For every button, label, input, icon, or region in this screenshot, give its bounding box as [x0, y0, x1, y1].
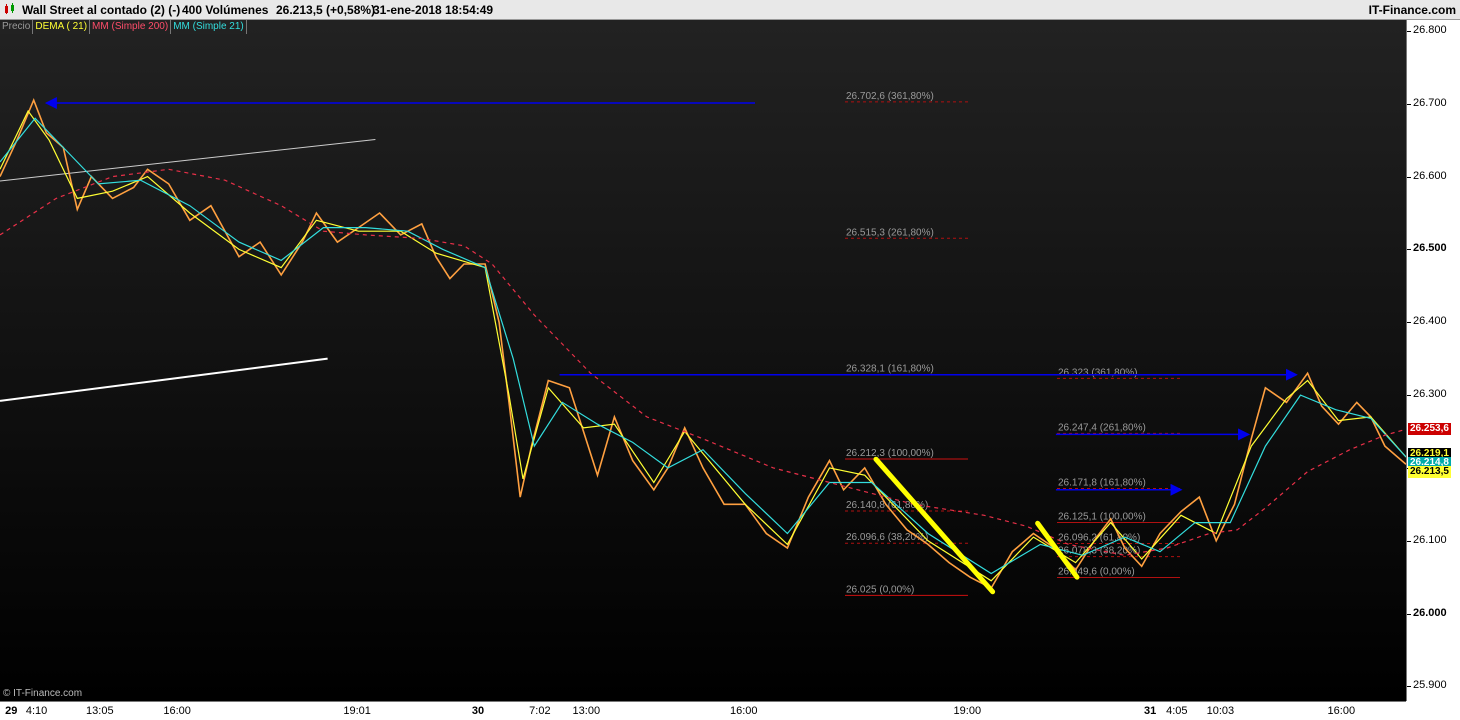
x-tick-label: 10:03 — [1206, 705, 1235, 717]
y-tick-label: 26.600 — [1413, 169, 1447, 182]
legend-item-dema[interactable]: DEMA ( 21) — [33, 20, 91, 34]
y-tick-mark — [1407, 103, 1411, 105]
x-tick-label: 19:01 — [343, 705, 371, 717]
x-tick-label: 16:00 — [730, 705, 758, 717]
fib-left-level-label: 26.702,6 (361,80%) — [846, 91, 934, 102]
y-tick-mark — [1407, 249, 1411, 251]
axis-corner — [1406, 701, 1460, 720]
x-tick-label: 4:10 — [25, 705, 48, 717]
y-tick-label: 26.400 — [1413, 315, 1447, 328]
x-tick-label: 30 — [471, 705, 485, 717]
legend-item-sma200[interactable]: MM (Simple 200) — [90, 20, 172, 34]
y-tick-mark — [1407, 613, 1411, 615]
y-tick-label: 26.500 — [1413, 242, 1447, 255]
fib-right-level-label: 26.323 (361,80%) — [1058, 367, 1138, 378]
x-tick-label: 16:00 — [1327, 705, 1356, 717]
lower-channel-trendline — [0, 357, 328, 402]
x-tick-label: 13:05 — [86, 705, 114, 717]
y-tick-label: 26.100 — [1413, 533, 1447, 546]
x-tick-label: 4:05 — [1166, 705, 1188, 717]
fib-left-level-label: 26.515,3 (261,80%) — [846, 227, 934, 238]
swing-down-1 — [873, 456, 996, 595]
legend-item-sma21[interactable]: MM (Simple 21) — [171, 20, 247, 34]
fib-right-level-label: 26.171,8 (161,80%) — [1058, 477, 1146, 488]
fib-left-level-label: 26.096,6 (38,20%) — [846, 532, 928, 543]
price-marker-box: 26.213,5 — [1408, 466, 1451, 479]
y-tick-label: 26.700 — [1413, 96, 1447, 109]
y-tick-label: 25.900 — [1413, 679, 1447, 692]
y-tick-mark — [1407, 176, 1411, 178]
y-tick-mark — [1407, 686, 1411, 688]
x-tick-label: 31 — [1143, 705, 1157, 717]
y-tick-mark — [1407, 395, 1411, 397]
fib-right-level-label: 26.125,1 (100,00%) — [1058, 511, 1146, 522]
price-marker-box: 26.253,6 — [1408, 422, 1451, 435]
upper-channel-trendline — [0, 138, 376, 182]
fib-left-level-label: 26.212,3 (100,00%) — [846, 448, 934, 459]
sma200-series-line — [0, 168, 1406, 556]
watermark: © IT-Finance.com — [3, 688, 83, 699]
y-tick-mark — [1407, 540, 1411, 542]
indicator-legend: Precio DEMA ( 21) MM (Simple 200) MM (Si… — [0, 20, 247, 34]
x-tick-label: 19:00 — [953, 705, 982, 717]
x-tick-label: 7:02 — [529, 705, 551, 717]
y-tick-label: 26.800 — [1413, 23, 1447, 36]
price-axis[interactable]: 26.800 26.700 26.600 26.500 26.400 26.300 26.2… — [1406, 20, 1460, 701]
y-tick-mark — [1407, 322, 1411, 324]
y-tick-label: 26.000 — [1413, 606, 1447, 619]
price-chart[interactable]: 26.702,6 (361,80%) 26.515,3 (261,80%) 26.3… — [0, 0, 1406, 701]
x-tick-label: 16:00 — [163, 705, 191, 717]
sma21-series-line — [0, 117, 1406, 575]
x-tick-label: 13:00 — [572, 705, 601, 717]
dema-series-line — [0, 109, 1406, 582]
time-axis[interactable]: 29 4:10 13:05 16:00 19:01 30 7:02 13:00 16:00 19:… — [0, 701, 1406, 720]
y-tick-mark — [1407, 30, 1411, 32]
x-tick-label: 29 — [5, 705, 18, 717]
legend-item-price[interactable]: Precio — [0, 20, 34, 34]
price-series-line — [0, 97, 1406, 590]
fib-left-level-label: 26.025 (0,00%) — [846, 584, 914, 595]
fib-left-level-label: 26.328,1 (161,80%) — [846, 364, 934, 375]
fib-right-level-label: 26.247,4 (261,80%) — [1058, 422, 1146, 433]
y-tick-label: 26.300 — [1413, 388, 1447, 401]
